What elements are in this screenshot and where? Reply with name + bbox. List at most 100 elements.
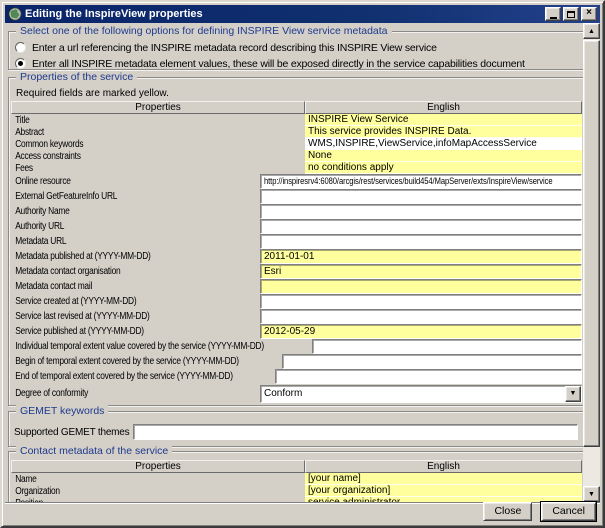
column-header-english: English (305, 460, 582, 473)
gemet-keywords-caption: GEMET keywords (16, 405, 108, 418)
content-panel: Select one of the following options for … (5, 23, 588, 502)
row-metadata-published-at: Metadata published at (YYYY-MM-DD) 2011-… (11, 249, 582, 264)
table-header: Properties English (11, 460, 582, 473)
gemet-themes-input[interactable] (133, 424, 578, 440)
row-degree-of-conformity: Degree of conformity Conform ▼ (11, 384, 582, 403)
individual-temporal-extent-input[interactable] (312, 339, 582, 354)
row-individual-temporal-extent: Individual temporal extent value covered… (11, 339, 582, 354)
close-icon: × (586, 8, 592, 18)
common-keywords-value-cell[interactable]: WMS,INSPIRE,ViewService,infoMapAccessSer… (305, 138, 582, 150)
metadata-options-group: Select one of the following options for … (8, 31, 585, 70)
row-label: Authority URL (11, 221, 220, 232)
row-label: Metadata contact mail (11, 281, 220, 292)
authority-url-input[interactable] (260, 219, 582, 234)
row-authority-url: Authority URL (11, 219, 582, 234)
column-header-english: English (305, 101, 582, 114)
row-label: External GetFeatureInfo URL (11, 191, 220, 202)
maximize-icon (567, 11, 575, 18)
row-label: Access constraints (11, 151, 258, 162)
close-window-button[interactable]: × (581, 7, 597, 21)
row-label: Name (11, 474, 258, 485)
scroll-up-button[interactable]: ▲ (583, 23, 600, 39)
row-abstract: Abstract This service provides INSPIRE D… (11, 126, 582, 138)
service-properties-group: Properties of the service Required field… (8, 77, 585, 406)
footer-button-row: Close Cancel (483, 502, 596, 521)
dropdown-button[interactable]: ▼ (565, 386, 581, 402)
radio-url-reference-icon[interactable] (15, 42, 26, 53)
contact-organization-value-cell[interactable]: [your organization] (305, 485, 582, 497)
row-contact-organization: Organization [your organization] (11, 485, 582, 497)
contact-metadata-caption: Contact metadata of the service (16, 445, 172, 458)
fees-value-cell[interactable]: no conditions apply (305, 162, 582, 174)
table-header: Properties English (11, 101, 582, 114)
globe-icon (8, 7, 22, 21)
required-fields-note: Required fields are marked yellow. (16, 88, 582, 100)
row-label: Individual temporal extent value covered… (11, 341, 264, 352)
title-value-cell[interactable]: INSPIRE View Service (305, 114, 582, 126)
metadata-contact-mail-input[interactable] (260, 279, 582, 294)
maximize-button[interactable] (563, 7, 579, 21)
row-service-created-at: Service created at (YYYY-MM-DD) (11, 294, 582, 309)
window-title: Editing the InspireView properties (25, 8, 545, 20)
option-all-values[interactable]: Enter all INSPIRE metadata element value… (15, 56, 578, 71)
row-label: Authority Name (11, 206, 220, 217)
row-label: Service created at (YYYY-MM-DD) (11, 296, 220, 307)
minimize-button[interactable] (545, 7, 561, 21)
degree-of-conformity-select[interactable]: Conform ▼ (260, 385, 582, 403)
row-service-published-at: Service published at (YYYY-MM-DD) 2012-0… (11, 324, 582, 339)
metadata-contact-organisation-input[interactable]: Esri (260, 264, 582, 279)
vertical-scrollbar[interactable]: ▲ ▼ (583, 23, 600, 502)
contact-metadata-group: Contact metadata of the service Properti… (8, 451, 585, 502)
degree-of-conformity-value: Conform (261, 386, 565, 402)
metadata-url-input[interactable] (260, 234, 582, 249)
row-service-last-revised-at: Service last revised at (YYYY-MM-DD) (11, 309, 582, 324)
service-last-revised-at-input[interactable] (260, 309, 582, 324)
service-published-at-input[interactable]: 2012-05-29 (260, 324, 582, 339)
online-resource-input[interactable]: http://inspiresrv4:6080/arcgis/rest/serv… (260, 174, 582, 189)
cancel-button[interactable]: Cancel (541, 502, 596, 521)
close-button[interactable]: Close (483, 502, 532, 521)
radio-all-values-icon[interactable] (15, 58, 26, 69)
minimize-icon (550, 17, 557, 19)
metadata-published-at-input[interactable]: 2011-01-01 (260, 249, 582, 264)
row-label: Online resource (11, 176, 220, 187)
contact-metadata-table: Properties English Name [your name] Orga… (11, 460, 582, 502)
row-contact-name: Name [your name] (11, 473, 582, 485)
row-label: Degree of conformity (11, 388, 220, 399)
option-url-reference[interactable]: Enter a url referencing the INSPIRE meta… (15, 40, 578, 55)
row-authority-name: Authority Name (11, 204, 582, 219)
row-label: Title (11, 115, 258, 126)
row-access-constraints: Access constraints None (11, 150, 582, 162)
external-getfeatureinfo-url-input[interactable] (260, 189, 582, 204)
service-properties-caption: Properties of the service (16, 71, 137, 84)
contact-name-value-cell[interactable]: [your name] (305, 473, 582, 485)
row-metadata-url: Metadata URL (11, 234, 582, 249)
row-label: Metadata contact organisation (11, 266, 220, 277)
access-constraints-value-cell[interactable]: None (305, 150, 582, 162)
scrollbar-thumb[interactable] (583, 40, 600, 447)
row-label: Service published at (YYYY-MM-DD) (11, 326, 220, 337)
row-label: Metadata published at (YYYY-MM-DD) (11, 251, 220, 262)
row-common-keywords: Common keywords WMS,INSPIRE,ViewService,… (11, 138, 582, 150)
row-external-getfeatureinfo-url: External GetFeatureInfo URL (11, 189, 582, 204)
scroll-down-button[interactable]: ▼ (583, 486, 600, 502)
row-label: Common keywords (11, 139, 258, 150)
gemet-keywords-group: GEMET keywords Supported GEMET themes (8, 411, 585, 447)
row-label: Begin of temporal extent covered by the … (11, 356, 239, 367)
begin-temporal-extent-input[interactable] (282, 354, 582, 369)
row-label: Fees (11, 163, 258, 174)
row-label: Organization (11, 486, 258, 497)
row-label: Service last revised at (YYYY-MM-DD) (11, 311, 220, 322)
abstract-value-cell[interactable]: This service provides INSPIRE Data. (305, 126, 582, 138)
end-temporal-extent-input[interactable] (275, 369, 582, 384)
row-label: Abstract (11, 127, 258, 138)
authority-name-input[interactable] (260, 204, 582, 219)
service-created-at-input[interactable] (260, 294, 582, 309)
scroll-down-icon: ▼ (588, 491, 595, 498)
row-metadata-contact-mail: Metadata contact mail (11, 279, 582, 294)
row-begin-temporal-extent: Begin of temporal extent covered by the … (11, 354, 582, 369)
row-label: End of temporal extent covered by the se… (11, 371, 233, 382)
column-header-properties: Properties (11, 101, 305, 114)
title-bar[interactable]: Editing the InspireView properties × (5, 5, 600, 23)
metadata-options-caption: Select one of the following options for … (16, 25, 392, 38)
